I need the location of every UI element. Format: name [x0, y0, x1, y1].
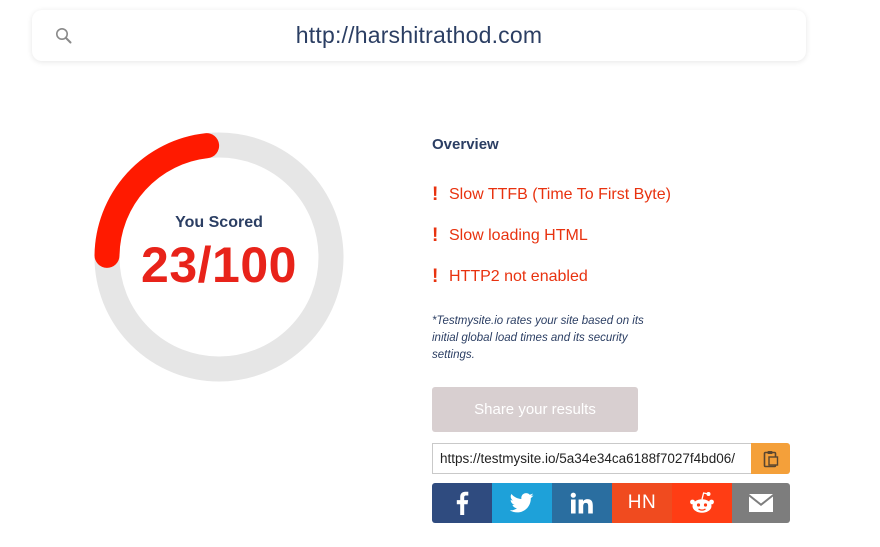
mail-icon	[749, 494, 773, 512]
share-linkedin-button[interactable]	[552, 483, 612, 523]
clipboard-icon	[763, 450, 778, 467]
issue-text: Slow loading HTML	[449, 227, 588, 244]
share-hacker-news-button[interactable]: HN	[612, 483, 672, 523]
issue-item: ! HTTP2 not enabled	[432, 266, 588, 288]
url-search-bar[interactable]: http://harshitrathod.com	[32, 10, 806, 61]
overview-title: Overview	[432, 136, 499, 153]
site-url[interactable]: http://harshitrathod.com	[32, 22, 806, 49]
rating-note: *Testmysite.io rates your site based on …	[432, 315, 644, 361]
alert-icon: !	[432, 266, 439, 287]
share-results-button[interactable]: Share your results	[432, 387, 638, 432]
share-facebook-button[interactable]	[432, 483, 492, 523]
reddit-icon	[690, 492, 714, 513]
alert-icon: !	[432, 225, 439, 246]
hn-label: HN	[627, 492, 657, 513]
facebook-icon	[456, 491, 469, 515]
share-email-button[interactable]	[732, 483, 790, 523]
issue-text: HTTP2 not enabled	[449, 268, 588, 285]
issue-text: Slow TTFB (Time To First Byte)	[449, 186, 671, 203]
score-value: 23/100	[141, 237, 297, 293]
issue-item: ! Slow TTFB (Time To First Byte)	[432, 184, 671, 206]
linkedin-icon	[570, 492, 593, 514]
alert-icon: !	[432, 184, 439, 205]
share-reddit-button[interactable]	[672, 483, 732, 523]
twitter-icon	[510, 493, 534, 513]
share-link-field[interactable]	[432, 443, 751, 474]
share-twitter-button[interactable]	[492, 483, 552, 523]
issue-item: ! Slow loading HTML	[432, 225, 588, 247]
score-heading: You Scored	[175, 214, 263, 231]
copy-link-button[interactable]	[751, 443, 790, 474]
social-share-bar: HN	[432, 483, 790, 523]
